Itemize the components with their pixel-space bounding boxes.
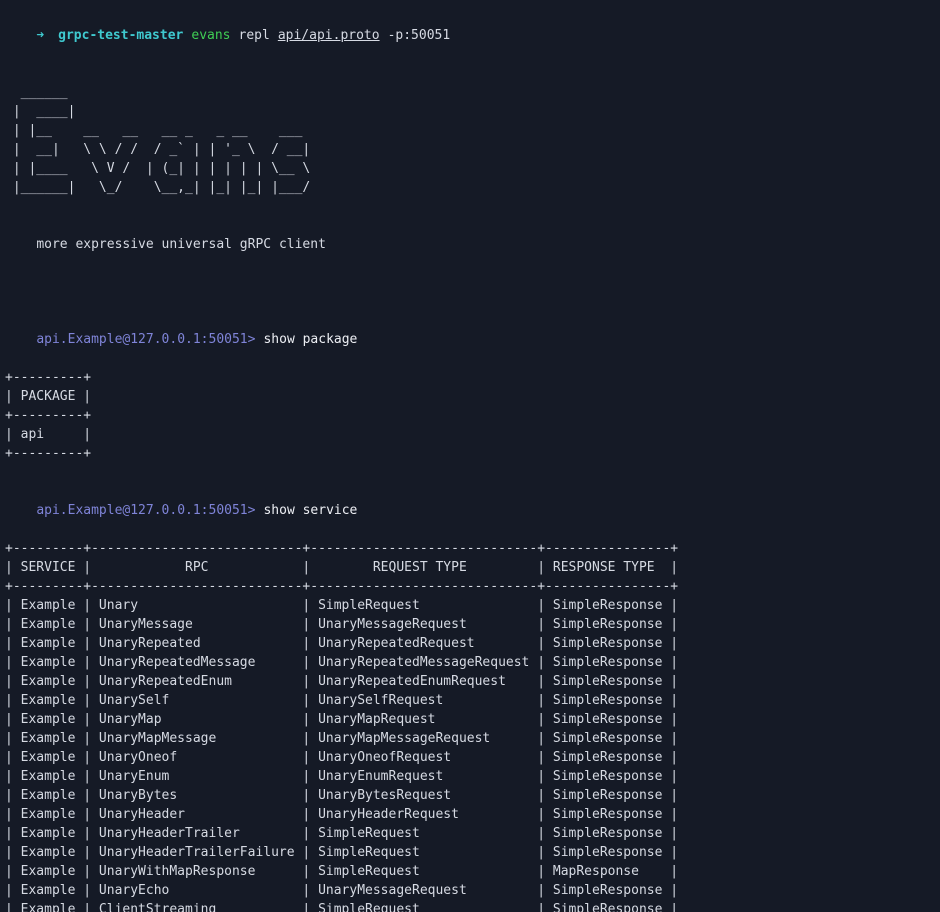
proto-path-arg: api/api.proto [277,28,380,43]
cwd-label: grpc-test-master [58,28,184,43]
repl-command-line-show-package: api.Example@127.0.0.1:50051> show package [5,311,940,368]
repl-prompt: api.Example@127.0.0.1:50051> [36,332,256,347]
tagline: more expressive universal gRPC client [36,237,326,252]
evans-ascii-logo: ______ | ____| | |__ __ __ __ _ _ __ ___… [12,85,311,195]
port-flag-arg: -p:50051 [387,28,451,43]
command-arg-repl: repl [238,28,270,43]
repl-prompt: api.Example@127.0.0.1:50051> [36,503,256,518]
prompt-arrow-icon: ➜ [36,28,45,43]
repl-command-line-show-service: api.Example@127.0.0.1:50051> show service [5,482,940,539]
service-table: +---------+---------------------------+-… [5,541,679,912]
terminal-window[interactable]: ➜grpc-test-master ➜grpc-test-masterevans… [5,0,940,912]
package-table: +---------+ | PACKAGE | +---------+ | ap… [5,370,92,461]
repl-command-show-service: show service [263,503,358,518]
repl-command-show-package: show package [263,332,358,347]
command-evans: evans [191,28,231,43]
shell-command-line: ➜ grpc-test-master evans repl api/api.proto -… [5,7,940,64]
scrollback-sliver: ➜grpc-test-master [5,0,940,7]
